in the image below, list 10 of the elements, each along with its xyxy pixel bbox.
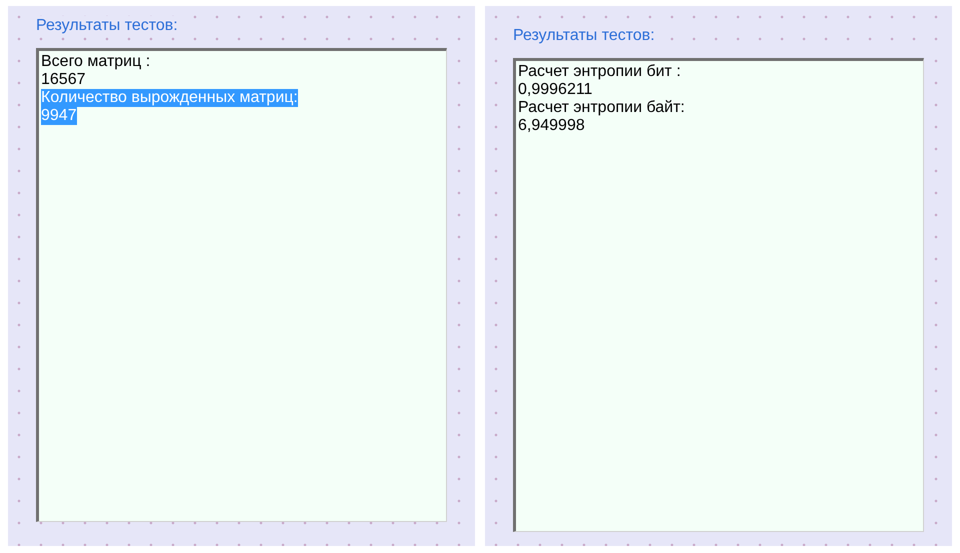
group-label: Результаты тестов: xyxy=(513,26,655,46)
memo-line: Всего матриц : xyxy=(41,53,150,71)
group-label: Результаты тестов: xyxy=(36,16,178,36)
memo-line: Расчет энтропии байт: xyxy=(518,99,685,117)
memo-line: Расчет энтропии бит : xyxy=(518,63,681,81)
memo-line: 0,9996211 xyxy=(518,81,592,99)
results-memo[interactable]: Всего матриц : 16567 Количество вырожденных матриц: 9947 xyxy=(36,48,447,522)
memo-line: 16567 xyxy=(41,71,86,89)
memo-line: 6,949998 xyxy=(518,117,585,135)
results-memo[interactable]: Расчет энтропии бит : 0,9996211 Расчет энтропии байт: 6,949998 xyxy=(513,58,924,532)
